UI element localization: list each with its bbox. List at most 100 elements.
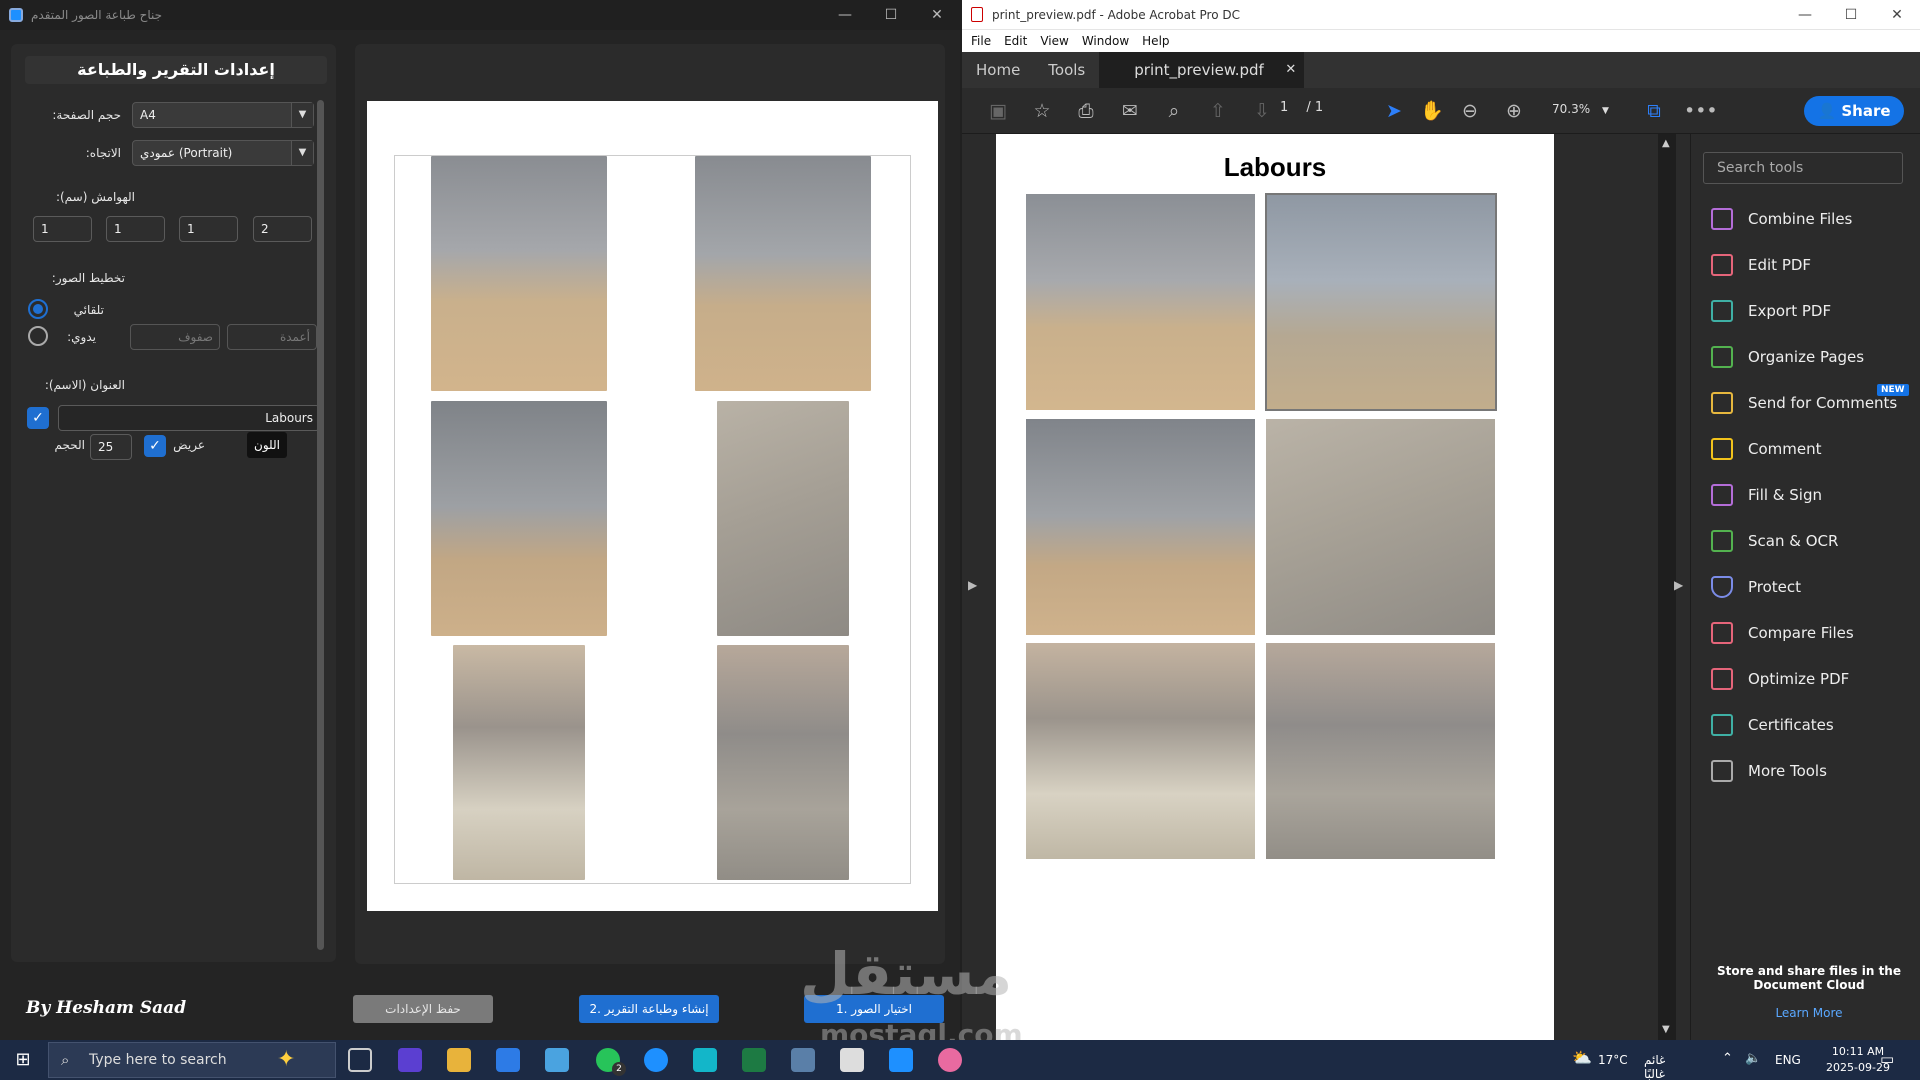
close-button[interactable]: ✕ [914, 0, 960, 30]
maximize-button[interactable]: ☐ [868, 0, 914, 30]
tool-fill-sign[interactable]: Fill & Sign [1711, 480, 1822, 510]
app-drop-icon[interactable] [938, 1048, 962, 1072]
task-view-icon[interactable] [348, 1048, 372, 1072]
tool-scan-ocr[interactable]: Scan & OCR [1711, 526, 1838, 556]
pdf-photo-1 [1026, 194, 1255, 410]
color-button[interactable]: اللون [247, 432, 287, 458]
tool-protect[interactable]: Protect [1711, 572, 1801, 602]
search-tools-input[interactable]: Search tools [1703, 152, 1903, 184]
tab-home[interactable]: Home [962, 52, 1034, 88]
cols-input[interactable]: أعمدة [227, 324, 317, 350]
acrobat-minimize-button[interactable]: — [1782, 0, 1828, 30]
learn-more-link[interactable]: Learn More [1709, 1006, 1909, 1020]
page-display-icon[interactable]: ⧉ [1640, 97, 1668, 125]
certificates-icon [1711, 714, 1733, 736]
page-current[interactable]: 1 [1280, 100, 1288, 115]
tool-optimize-pdf[interactable]: Optimize PDF [1711, 664, 1849, 694]
generate-report-button[interactable]: 2. إنشاء وطباعة التقرير [579, 995, 719, 1023]
print-icon[interactable]: ⎙ [1072, 97, 1100, 125]
app-f-icon[interactable] [398, 1048, 422, 1072]
orientation-select[interactable]: عمودي (Portrait) ▼ [132, 140, 314, 166]
menu-view[interactable]: View [1040, 34, 1068, 48]
acrobat-maximize-button[interactable]: ☐ [1828, 0, 1874, 30]
tab-document-label: print_preview.pdf [1134, 61, 1264, 79]
tool-send-for-comments[interactable]: Send for Comments [1711, 388, 1897, 418]
file-explorer-icon[interactable] [447, 1048, 471, 1072]
rows-input[interactable]: صفوف [130, 324, 220, 350]
select-cursor-icon[interactable]: ➤ [1380, 97, 1408, 125]
zoom-out-icon[interactable]: ⊖ [1456, 97, 1484, 125]
copilot-sparkle-icon[interactable]: ✦ [277, 1043, 295, 1077]
photo-print-app-window: جناح طباعة الصور المتقدم — ☐ ✕ إعدادات ا… [0, 0, 960, 1040]
tool-edit-pdf[interactable]: Edit PDF [1711, 250, 1811, 280]
tool-export-pdf[interactable]: Export PDF [1711, 296, 1831, 326]
menu-edit[interactable]: Edit [1004, 34, 1027, 48]
title-input[interactable]: Labours [58, 405, 320, 431]
save-icon[interactable]: ▣ [984, 97, 1012, 125]
minimize-button[interactable]: — [822, 0, 868, 30]
acrobat-toolbar: ▣ ☆ ⎙ ✉ ⌕ ⇧ ⇩ 1 / 1 ➤ ✋ ⊖ ⊕ 70.3% ▼ ⧉ ••… [962, 88, 1920, 134]
chevron-up-icon[interactable]: ⌃ [1722, 1051, 1733, 1066]
tool-certificates[interactable]: Certificates [1711, 710, 1834, 740]
settings-scrollbar[interactable] [317, 100, 324, 950]
notification-icon[interactable]: ▭ [1880, 1050, 1894, 1068]
search-zoom-icon[interactable]: ⌕ [1160, 97, 1188, 125]
tool-organize-pages[interactable]: Organize Pages [1711, 342, 1864, 372]
tab-document[interactable]: print_preview.pdf ✕ [1099, 52, 1305, 88]
tool-label: Export PDF [1748, 302, 1832, 320]
save-settings-button[interactable]: حفظ الإعدادات [353, 995, 493, 1023]
prev-page-icon[interactable]: ⇧ [1204, 97, 1232, 125]
canva-icon[interactable] [693, 1048, 717, 1072]
tool-more-tools[interactable]: More Tools [1711, 756, 1827, 786]
tool-comment[interactable]: Comment [1711, 434, 1822, 464]
hand-tool-icon[interactable]: ✋ [1418, 97, 1446, 125]
right-panel-toggle-icon[interactable]: ▶ [1674, 578, 1683, 592]
edge-icon[interactable] [644, 1048, 668, 1072]
windows-start-icon[interactable]: ⊞ [0, 1040, 46, 1080]
tool-compare-files[interactable]: Compare Files [1711, 618, 1854, 648]
email-icon[interactable]: ✉ [1116, 97, 1144, 125]
taskbar-search[interactable]: ⌕ Type here to search ✦ [48, 1042, 336, 1078]
acrobat-close-button[interactable]: ✕ [1874, 0, 1920, 30]
share-button[interactable]: 👤 Share [1804, 96, 1904, 126]
tool-combine-files[interactable]: Combine Files [1711, 204, 1852, 234]
next-page-icon[interactable]: ⇩ [1248, 97, 1276, 125]
weather-icon[interactable]: ⛅ [1572, 1048, 1592, 1067]
zoom-value: 70.3% [1552, 102, 1591, 116]
margin-field-3[interactable]: 1 [179, 216, 238, 242]
app-robot-icon[interactable] [791, 1048, 815, 1072]
excel-icon[interactable] [742, 1048, 766, 1072]
speaker-icon[interactable]: 🔈 [1745, 1051, 1761, 1066]
auto-radio[interactable] [28, 299, 48, 319]
tab-tools[interactable]: Tools [1034, 52, 1099, 88]
acrobat-tabbar: Home Tools print_preview.pdf ✕ [962, 52, 1920, 88]
zoom-select[interactable]: 70.3% ▼ [1552, 102, 1609, 116]
menu-window[interactable]: Window [1082, 34, 1129, 48]
scroll-down-icon[interactable]: ▼ [1662, 1024, 1670, 1035]
left-panel-toggle-icon[interactable]: ▶ [968, 578, 977, 592]
tool-label: Optimize PDF [1748, 670, 1850, 688]
more-options-icon[interactable]: ••• [1684, 97, 1718, 125]
bold-checkbox[interactable]: ✓ [144, 435, 166, 457]
preview-photo-3 [431, 401, 607, 636]
font-size-input[interactable]: 25 [90, 434, 132, 460]
store-icon[interactable] [496, 1048, 520, 1072]
pdf-app-icon[interactable] [840, 1048, 864, 1072]
bookmark-star-icon[interactable]: ☆ [1028, 97, 1056, 125]
menu-file[interactable]: File [971, 34, 991, 48]
close-tab-icon[interactable]: ✕ [1285, 52, 1296, 88]
zoom-in-icon[interactable]: ⊕ [1500, 97, 1528, 125]
page-size-label: حجم الصفحة: [52, 108, 121, 122]
signature: By Hesham Saad [26, 998, 187, 1018]
scroll-up-icon[interactable]: ▲ [1662, 138, 1670, 149]
app-bird-icon[interactable] [545, 1048, 569, 1072]
margin-field-1[interactable]: 1 [33, 216, 92, 242]
menu-help[interactable]: Help [1142, 34, 1169, 48]
photo-print-app-icon[interactable] [889, 1048, 913, 1072]
manual-radio[interactable] [28, 326, 48, 346]
margin-field-4[interactable]: 2 [253, 216, 312, 242]
language-indicator[interactable]: ENG [1775, 1053, 1801, 1067]
title-checkbox[interactable]: ✓ [27, 407, 49, 429]
margin-field-2[interactable]: 1 [106, 216, 165, 242]
page-size-select[interactable]: A4 ▼ [132, 102, 314, 128]
